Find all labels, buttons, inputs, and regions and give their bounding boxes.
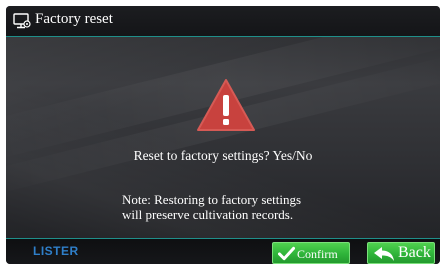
confirmation-message: Reset to factory settings? Yes/No bbox=[133, 148, 313, 163]
note-line: Note: Restoring to factory settings bbox=[122, 192, 302, 207]
footer-bar: LISTER Confirm Back bbox=[6, 238, 440, 264]
page-title: Factory reset bbox=[35, 11, 113, 27]
brand-logo: LISTER bbox=[33, 244, 79, 258]
note-line: will preserve cultivation records. bbox=[122, 207, 294, 222]
back-arrow-icon bbox=[374, 247, 394, 261]
confirm-button[interactable]: Confirm bbox=[272, 242, 350, 264]
screen: Factory reset Reset to factory settings?… bbox=[0, 0, 446, 268]
back-button[interactable]: Back bbox=[367, 242, 435, 264]
back-label: Back bbox=[398, 244, 431, 261]
warning-icon bbox=[197, 79, 255, 131]
confirm-label: Confirm bbox=[297, 247, 338, 261]
monitor-settings-icon bbox=[13, 13, 31, 29]
dialog-panel: Factory reset Reset to factory settings?… bbox=[6, 6, 440, 264]
checkmark-icon bbox=[278, 246, 295, 261]
note-text: Note: Restoring to factory settings will… bbox=[122, 192, 382, 222]
title-bar: Factory reset bbox=[6, 6, 440, 37]
